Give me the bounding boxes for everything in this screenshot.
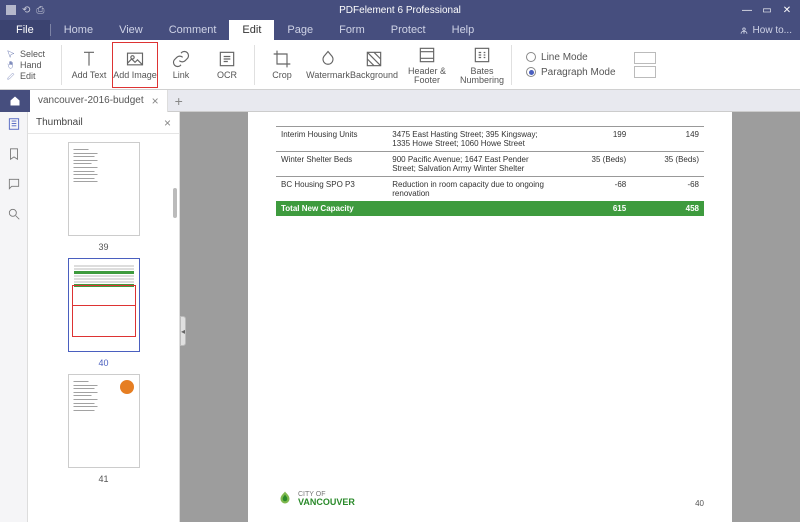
menu-help[interactable]: Help <box>439 20 488 40</box>
align-options[interactable] <box>634 52 656 78</box>
ocr-button[interactable]: OCR <box>204 42 250 88</box>
bookmark-icon[interactable] <box>6 146 22 162</box>
thumbnail-scrollbar[interactable] <box>173 188 177 218</box>
add-image-button[interactable]: Add Image <box>112 42 158 88</box>
maximize-button[interactable]: ▭ <box>758 3 776 17</box>
menu-file[interactable]: File <box>0 20 50 40</box>
app-icon <box>6 5 16 15</box>
side-rail <box>0 112 28 522</box>
table-total-row: Total New Capacity 615458 <box>276 201 704 216</box>
thumbnail-number: 40 <box>98 358 108 368</box>
thumbnail-panel: Thumbnail × ▬▬▬▬▬▬▬▬▬▬▬▬▬▬▬▬▬▬▬▬▬▬▬▬▬▬▬▬… <box>28 112 180 522</box>
minimize-button[interactable]: — <box>738 3 756 17</box>
search-icon[interactable] <box>6 206 22 222</box>
thumbnail-number: 41 <box>98 474 108 484</box>
home-tab-button[interactable] <box>0 90 30 112</box>
thumbnail-number: 39 <box>98 242 108 252</box>
page-content: Interim Housing Units3475 East Hasting S… <box>248 112 732 522</box>
hand-tool[interactable]: Hand <box>6 60 45 70</box>
header-footer-button[interactable]: Header & Footer <box>397 42 457 88</box>
bates-button[interactable]: Bates Numbering <box>457 42 507 88</box>
link-button[interactable]: Link <box>158 42 204 88</box>
page-number: 40 <box>695 499 704 508</box>
menu-comment[interactable]: Comment <box>156 20 230 40</box>
menu-bar: File Home View Comment Edit Page Form Pr… <box>0 20 800 40</box>
document-tab-bar: vancouver-2016-budget × + <box>0 90 800 112</box>
menu-page[interactable]: Page <box>274 20 326 40</box>
menu-home[interactable]: Home <box>51 20 106 40</box>
menu-protect[interactable]: Protect <box>378 20 439 40</box>
window-title: PDFelement 6 Professional <box>339 5 461 16</box>
watermark-button[interactable]: Watermark <box>305 42 351 88</box>
select-tool[interactable]: Select <box>6 49 45 59</box>
capacity-table: Interim Housing Units3475 East Hasting S… <box>276 126 704 216</box>
how-to-link[interactable]: How to... <box>739 25 792 36</box>
background-button[interactable]: Background <box>351 42 397 88</box>
document-area[interactable]: Interim Housing Units3475 East Hasting S… <box>180 112 800 522</box>
thumbnail-page-39[interactable]: ▬▬▬▬▬▬▬▬▬▬▬▬▬▬▬▬▬▬▬▬▬▬▬▬▬▬▬▬▬▬▬▬▬▬▬▬▬▬▬▬… <box>68 142 140 236</box>
new-tab-button[interactable]: + <box>168 93 190 109</box>
line-mode-radio[interactable]: Line Mode <box>526 52 616 63</box>
document-tab-label: vancouver-2016-budget <box>38 95 144 106</box>
thumbnail-icon[interactable] <box>6 116 22 132</box>
thumbnail-page-40[interactable] <box>68 258 140 352</box>
title-bar: ⟲ ⎙ PDFelement 6 Professional — ▭ ✕ <box>0 0 800 20</box>
thumbnail-page-41[interactable]: ▬▬▬▬▬▬▬▬▬▬▬▬▬▬▬▬▬▬▬▬▬▬▬▬▬▬▬▬▬▬▬▬▬▬▬▬▬▬▬▬… <box>68 374 140 468</box>
table-row: Interim Housing Units3475 East Hasting S… <box>276 127 704 152</box>
crop-button[interactable]: Crop <box>259 42 305 88</box>
add-text-button[interactable]: Add Text <box>66 42 112 88</box>
comment-icon[interactable] <box>6 176 22 192</box>
city-logo: CITY OFVANCOUVER <box>276 490 355 508</box>
qat-print-icon[interactable]: ⎙ <box>36 5 44 16</box>
close-button[interactable]: ✕ <box>778 3 796 17</box>
menu-form[interactable]: Form <box>326 20 378 40</box>
edit-tool[interactable]: Edit <box>6 71 45 81</box>
collapse-panel-button[interactable]: ◂ <box>180 316 186 346</box>
paragraph-mode-radio[interactable]: Paragraph Mode <box>526 67 616 78</box>
menu-view[interactable]: View <box>106 20 156 40</box>
thumbnail-panel-title: Thumbnail <box>36 117 83 128</box>
table-row: Winter Shelter Beds900 Pacific Avenue; 1… <box>276 152 704 177</box>
ribbon: Select Hand Edit Add Text Add Image Link… <box>0 40 800 90</box>
qat-undo-icon[interactable]: ⟲ <box>22 5 30 16</box>
document-tab[interactable]: vancouver-2016-budget × <box>30 90 168 112</box>
close-tab-icon[interactable]: × <box>152 94 159 108</box>
table-row: BC Housing SPO P3Reduction in room capac… <box>276 177 704 202</box>
close-panel-icon[interactable]: × <box>164 116 171 130</box>
menu-edit[interactable]: Edit <box>229 20 274 40</box>
